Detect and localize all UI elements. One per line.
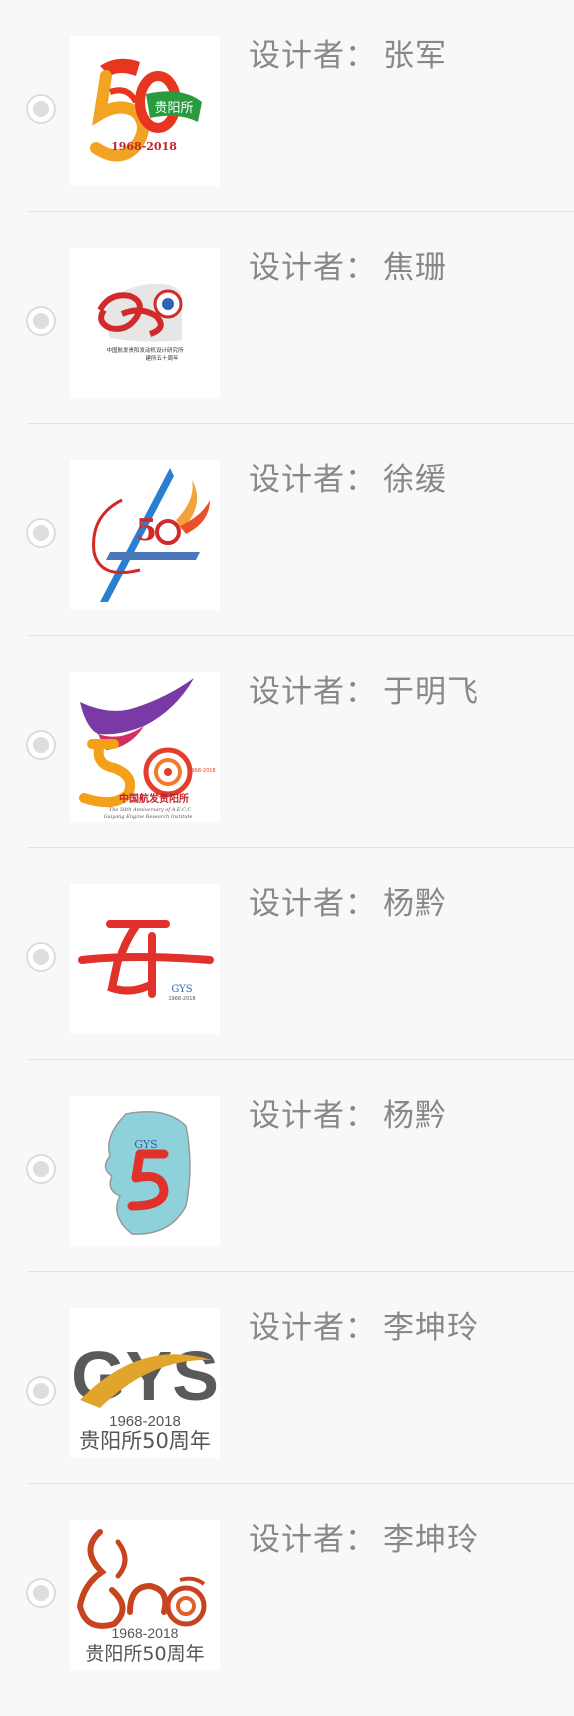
designer-name: 李坤玲 xyxy=(383,1310,479,1346)
designer-caption: 设计者： 李坤玲 xyxy=(249,1522,479,1558)
logo-thumbnail[interactable]: 贵阳所 1968-2018 xyxy=(70,36,220,186)
vote-option[interactable]: 5 设计者： 徐缓 xyxy=(0,424,574,636)
designer-caption: 设计者： 徐缓 xyxy=(249,462,447,498)
logo-image-jiaoshan: 中国航发贵阳发动机设计研究所 建所五十周年 xyxy=(70,248,220,398)
vote-option[interactable]: 贵阳所 1968-2018 设计者： 张军 xyxy=(0,0,574,212)
logo-image-yumingfei: 1968-2018 中国航发贵阳所 The 50th Anniversary o… xyxy=(70,672,220,822)
logo-thumbnail[interactable]: GYS xyxy=(70,1096,220,1246)
svg-text:The 50th Anniversary of A.E.C.: The 50th Anniversary of A.E.C.C xyxy=(109,807,192,813)
radio-button[interactable] xyxy=(26,94,56,124)
logo-thumbnail[interactable]: 5 xyxy=(70,460,220,610)
logo-thumbnail[interactable]: 1968-2018 贵阳所50周年 xyxy=(70,1520,220,1670)
vote-option[interactable]: GYS 设计者： 杨黔 xyxy=(0,1060,574,1272)
vote-option[interactable]: 中国航发贵阳发动机设计研究所 建所五十周年 设计者： 焦珊 xyxy=(0,212,574,424)
designer-name: 于明飞 xyxy=(383,674,479,710)
radio-button[interactable] xyxy=(26,1154,56,1184)
svg-text:GYS: GYS xyxy=(134,1138,157,1151)
designer-caption: 设计者： 杨黔 xyxy=(249,886,447,922)
svg-text:1968-2018: 1968-2018 xyxy=(109,1413,181,1430)
svg-text:建所五十周年: 建所五十周年 xyxy=(145,354,179,362)
svg-text:GYS: GYS xyxy=(171,984,192,995)
designer-caption: 设计者： 张军 xyxy=(249,38,447,74)
vote-option[interactable]: 1968-2018 贵阳所50周年 设计者： 李坤玲 xyxy=(0,1484,574,1696)
svg-text:中国航发贵阳发动机设计研究所: 中国航发贵阳发动机设计研究所 xyxy=(106,346,184,354)
radio-button[interactable] xyxy=(26,306,56,336)
vote-option[interactable]: 1968-2018 中国航发贵阳所 The 50th Anniversary o… xyxy=(0,636,574,848)
designer-caption: 设计者： 李坤玲 xyxy=(249,1310,479,1346)
designer-name: 徐缓 xyxy=(383,462,447,498)
designer-caption: 设计者： 焦珊 xyxy=(249,250,447,286)
designer-name: 杨黔 xyxy=(383,886,447,922)
svg-text:Guiyang Engine Research Instit: Guiyang Engine Research Institute xyxy=(104,814,193,820)
svg-text:贵阳所50周年: 贵阳所50周年 xyxy=(85,1643,204,1665)
svg-text:1968-2018: 1968-2018 xyxy=(188,768,215,774)
vote-option-list: 贵阳所 1968-2018 设计者： 张军 中国航发贵阳发动机设计研究所 建所五十… xyxy=(0,0,574,1716)
designer-name: 杨黔 xyxy=(383,1098,447,1134)
svg-text:1968-2018: 1968-2018 xyxy=(168,996,195,1002)
svg-text:5: 5 xyxy=(136,513,157,548)
logo-thumbnail[interactable]: 中国航发贵阳发动机设计研究所 建所五十周年 xyxy=(70,248,220,398)
logo-image-yangqian-2: GYS xyxy=(70,1096,220,1246)
svg-text:1968-2018: 1968-2018 xyxy=(111,140,177,153)
radio-button[interactable] xyxy=(26,730,56,760)
svg-text:贵阳所: 贵阳所 xyxy=(154,101,193,116)
svg-text:中国航发贵阳所: 中国航发贵阳所 xyxy=(119,792,189,805)
designer-caption: 设计者： 于明飞 xyxy=(249,674,479,710)
logo-thumbnail[interactable]: GYS 1968-2018 xyxy=(70,884,220,1034)
logo-image-likunling-2: 1968-2018 贵阳所50周年 xyxy=(70,1520,220,1670)
designer-name: 焦珊 xyxy=(383,250,447,286)
logo-image-zhangjun: 贵阳所 1968-2018 xyxy=(70,36,220,186)
logo-image-xuhuan: 5 xyxy=(70,460,220,610)
logo-thumbnail[interactable]: 1968-2018 中国航发贵阳所 The 50th Anniversary o… xyxy=(70,672,220,822)
radio-button[interactable] xyxy=(26,518,56,548)
designer-caption: 设计者： 杨黔 xyxy=(249,1098,447,1134)
logo-thumbnail[interactable]: GYS 1968-2018 贵阳所50周年 xyxy=(70,1308,220,1458)
svg-text:贵阳所50周年: 贵阳所50周年 xyxy=(79,1429,211,1453)
radio-button[interactable] xyxy=(26,942,56,972)
vote-option[interactable]: GYS 1968-2018 贵阳所50周年 设计者： 李坤玲 xyxy=(0,1272,574,1484)
vote-option[interactable]: GYS 1968-2018 设计者： 杨黔 xyxy=(0,848,574,1060)
designer-name: 张军 xyxy=(383,38,447,74)
designer-name: 李坤玲 xyxy=(383,1522,479,1558)
svg-text:1968-2018: 1968-2018 xyxy=(112,1625,179,1641)
logo-image-likunling-1: GYS 1968-2018 贵阳所50周年 xyxy=(70,1308,220,1458)
radio-button[interactable] xyxy=(26,1578,56,1608)
logo-image-yangqian-1: GYS 1968-2018 xyxy=(70,884,220,1034)
radio-button[interactable] xyxy=(26,1376,56,1406)
